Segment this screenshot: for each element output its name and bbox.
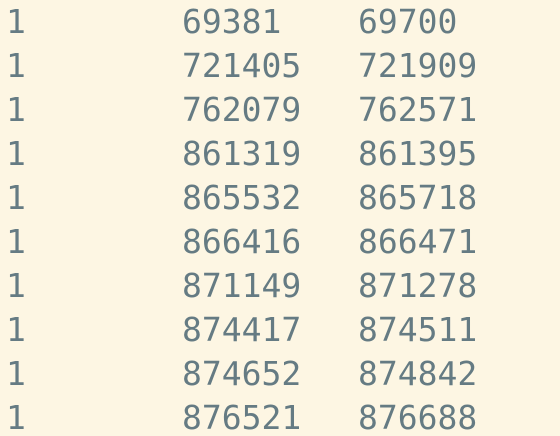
row-col-2: 874417 [182,310,302,349]
data-row: 1 866416 866471 [0,220,560,264]
data-row: 1 762079 762571 [0,88,560,132]
data-row: 1 871149 871278 [0,264,560,308]
data-row: 1 874417 874511 [0,308,560,352]
row-col-1: 1 [6,398,26,436]
row-col-2: 865532 [182,178,302,217]
row-col-1: 1 [6,354,26,393]
row-col-3: 874511 [358,310,478,349]
row-col-3: 762571 [358,90,478,129]
row-col-2: 762079 [182,90,302,129]
row-col-1: 1 [6,46,26,85]
row-col-1: 1 [6,2,26,41]
row-col-2: 866416 [182,222,302,261]
row-col-3: 874842 [358,354,478,393]
row-col-3: 876688 [358,398,478,436]
data-row: 1 876521 876688 [0,396,560,436]
row-col-2: 69381 [182,2,282,41]
row-col-3: 871278 [358,266,478,305]
row-col-2: 861319 [182,134,302,173]
row-col-1: 1 [6,222,26,261]
data-row: 1 865532 865718 [0,176,560,220]
data-row: 1 861319 861395 [0,132,560,176]
row-col-2: 871149 [182,266,302,305]
code-block: 1 69381 69700 1 721405 721909 1 762079 7… [0,0,560,436]
row-col-3: 865718 [358,178,478,217]
row-col-3: 866471 [358,222,478,261]
data-row: 1 874652 874842 [0,352,560,396]
row-col-2: 876521 [182,398,302,436]
row-col-1: 1 [6,178,26,217]
row-col-3: 861395 [358,134,478,173]
row-col-3: 69700 [358,2,458,41]
row-col-2: 874652 [182,354,302,393]
data-row: 1 721405 721909 [0,44,560,88]
row-col-3: 721909 [358,46,478,85]
row-col-1: 1 [6,90,26,129]
row-col-1: 1 [6,134,26,173]
row-col-2: 721405 [182,46,302,85]
row-col-1: 1 [6,266,26,305]
row-col-1: 1 [6,310,26,349]
data-row: 1 69381 69700 [0,0,560,44]
